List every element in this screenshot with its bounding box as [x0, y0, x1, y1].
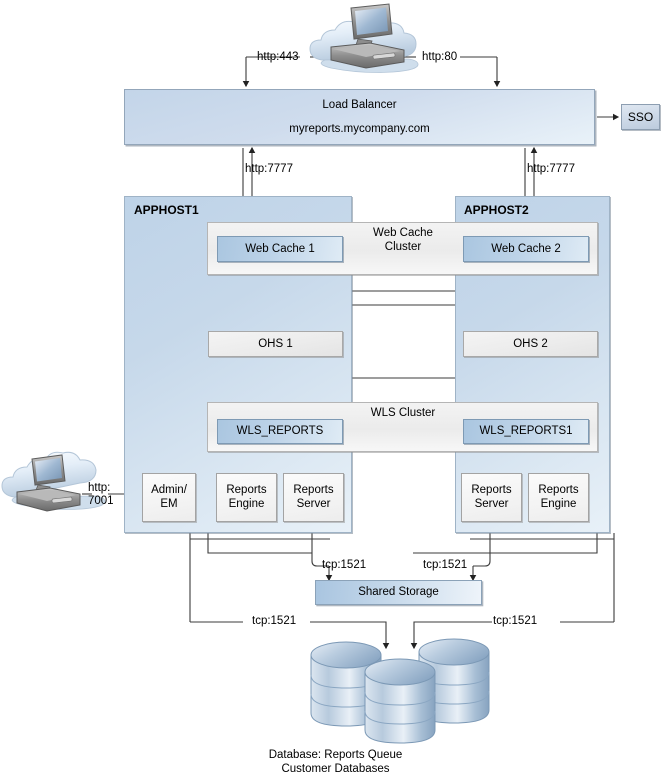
- web-cache-2-label: Web Cache 2: [491, 242, 561, 255]
- shared-storage-box[interactable]: Shared Storage: [315, 580, 482, 605]
- load-balancer-box[interactable]: Load Balancer myreports.mycompany.com: [124, 89, 595, 145]
- protocol-label-tcp-1521-d: tcp:1521: [493, 615, 538, 627]
- reports-engine-apphost2-label-line1: Reports: [538, 484, 579, 496]
- database-cylinders-icon: [310, 638, 490, 744]
- wls-reports-box[interactable]: WLS_REPORTS: [217, 419, 343, 444]
- reports-server-box-apphost2[interactable]: Reports Server: [461, 473, 522, 522]
- protocol-label-http-7777-left: http:7777: [245, 163, 293, 175]
- reports-server-apphost2-label-line2: Server: [474, 498, 509, 510]
- load-balancer-hostname: myreports.mycompany.com: [289, 122, 430, 135]
- ohs-2-box[interactable]: OHS 2: [463, 331, 598, 357]
- protocol-label-tcp-1521-c: tcp:1521: [252, 615, 297, 627]
- client-top-icon: [309, 3, 419, 73]
- web-cache-1-label: Web Cache 1: [245, 242, 315, 255]
- architecture-diagram: http:443 http:80 http:7777 http:7777 htt…: [0, 0, 671, 777]
- protocol-label-http-7777-right: http:7777: [527, 163, 575, 175]
- admin-em-box[interactable]: Admin/ EM: [142, 473, 196, 522]
- reports-engine-label-line2: Engine: [228, 498, 265, 510]
- apphost2-label: APPHOST2: [464, 203, 529, 217]
- reports-engine-label-line1: Reports: [226, 484, 267, 496]
- protocol-label-tcp-1521-b: tcp:1521: [423, 559, 468, 571]
- reports-engine-box-apphost1[interactable]: Reports Engine: [216, 473, 277, 522]
- admin-em-label-line2: EM: [160, 498, 178, 510]
- wls-cluster-title: WLS Cluster: [370, 407, 436, 419]
- database-caption-line1: Database: Reports Queue: [268, 749, 403, 761]
- ohs-1-box[interactable]: OHS 1: [208, 331, 343, 357]
- shared-storage-label: Shared Storage: [358, 586, 439, 598]
- ohs-2-label: OHS 2: [513, 337, 548, 350]
- wls-reports1-label: WLS_REPORTS1: [479, 425, 573, 437]
- ohs-1-label: OHS 1: [258, 337, 293, 350]
- reports-server-box-apphost1[interactable]: Reports Server: [283, 473, 344, 522]
- protocol-label-http-7001-line2: 7001: [88, 495, 114, 507]
- web-cache-2-box[interactable]: Web Cache 2: [463, 236, 589, 262]
- protocol-label-http-7001-line1: http:: [88, 482, 111, 494]
- database-caption-line2: Customer Databases: [281, 763, 390, 775]
- sso-box[interactable]: SSO: [621, 104, 660, 130]
- web-cache-cluster-title-line1: Web Cache: [373, 227, 433, 239]
- web-cache-1-box[interactable]: Web Cache 1: [217, 236, 343, 262]
- sso-label: SSO: [627, 109, 654, 124]
- apphost1-label: APPHOST1: [134, 203, 199, 217]
- reports-server-label-line1: Reports: [293, 484, 334, 496]
- reports-engine-apphost2-label-line2: Engine: [540, 498, 577, 510]
- protocol-label-http-80: http:80: [422, 51, 458, 63]
- database-caption: Database: Reports Queue Customer Databas…: [0, 748, 671, 776]
- reports-server-apphost2-label-line1: Reports: [471, 484, 512, 496]
- reports-server-label-line2: Server: [296, 498, 331, 510]
- web-cache-cluster-title: Web Cache Cluster: [353, 226, 453, 254]
- web-cache-cluster-title-line2: Cluster: [384, 241, 422, 253]
- admin-em-label-line1: Admin/: [151, 484, 187, 496]
- load-balancer-title: Load Balancer: [322, 98, 397, 111]
- reports-engine-box-apphost2[interactable]: Reports Engine: [528, 473, 589, 522]
- protocol-label-https-443: http:443: [257, 51, 299, 63]
- protocol-label-tcp-1521-a: tcp:1521: [322, 559, 367, 571]
- wls-reports-label: WLS_REPORTS: [236, 425, 324, 437]
- wls-reports1-box[interactable]: WLS_REPORTS1: [463, 419, 589, 444]
